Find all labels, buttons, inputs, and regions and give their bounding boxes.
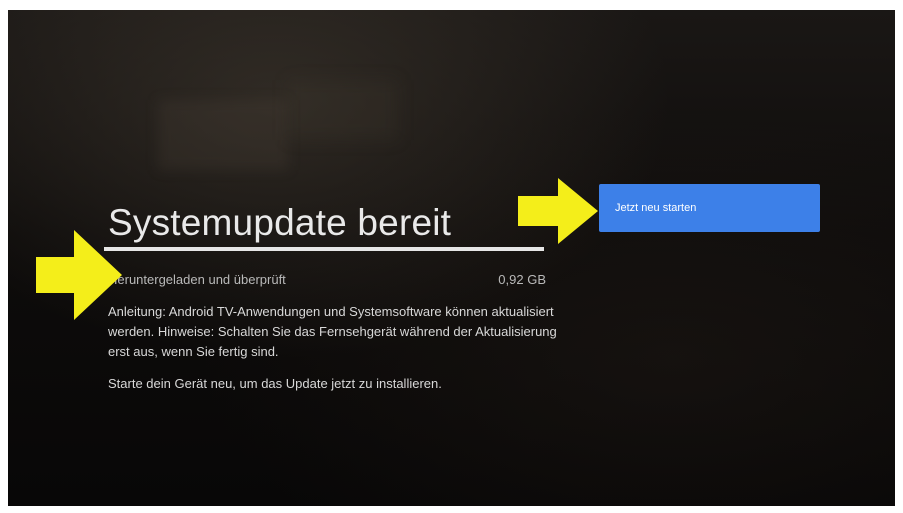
status-row: Heruntergeladen und überprüft 0,92 GB <box>108 272 546 287</box>
install-hint: Starte dein Gerät neu, um das Update jet… <box>108 376 442 391</box>
page-title: Systemupdate bereit <box>108 202 452 243</box>
tv-screen: Systemupdate bereit Heruntergeladen und … <box>8 10 895 506</box>
restart-now-button[interactable]: Jetzt neu starten <box>599 184 820 232</box>
progress-fill <box>104 247 544 251</box>
update-progress-bar <box>104 247 544 251</box>
download-size: 0,92 GB <box>498 272 546 287</box>
update-description: Anleitung: Android TV-Anwendungen und Sy… <box>108 304 557 359</box>
arrow-right-icon <box>36 230 122 320</box>
screen-reflection <box>288 80 398 140</box>
download-status: Heruntergeladen und überprüft <box>108 272 286 287</box>
arrow-right-icon <box>518 178 598 244</box>
screen-reflection <box>158 100 288 170</box>
